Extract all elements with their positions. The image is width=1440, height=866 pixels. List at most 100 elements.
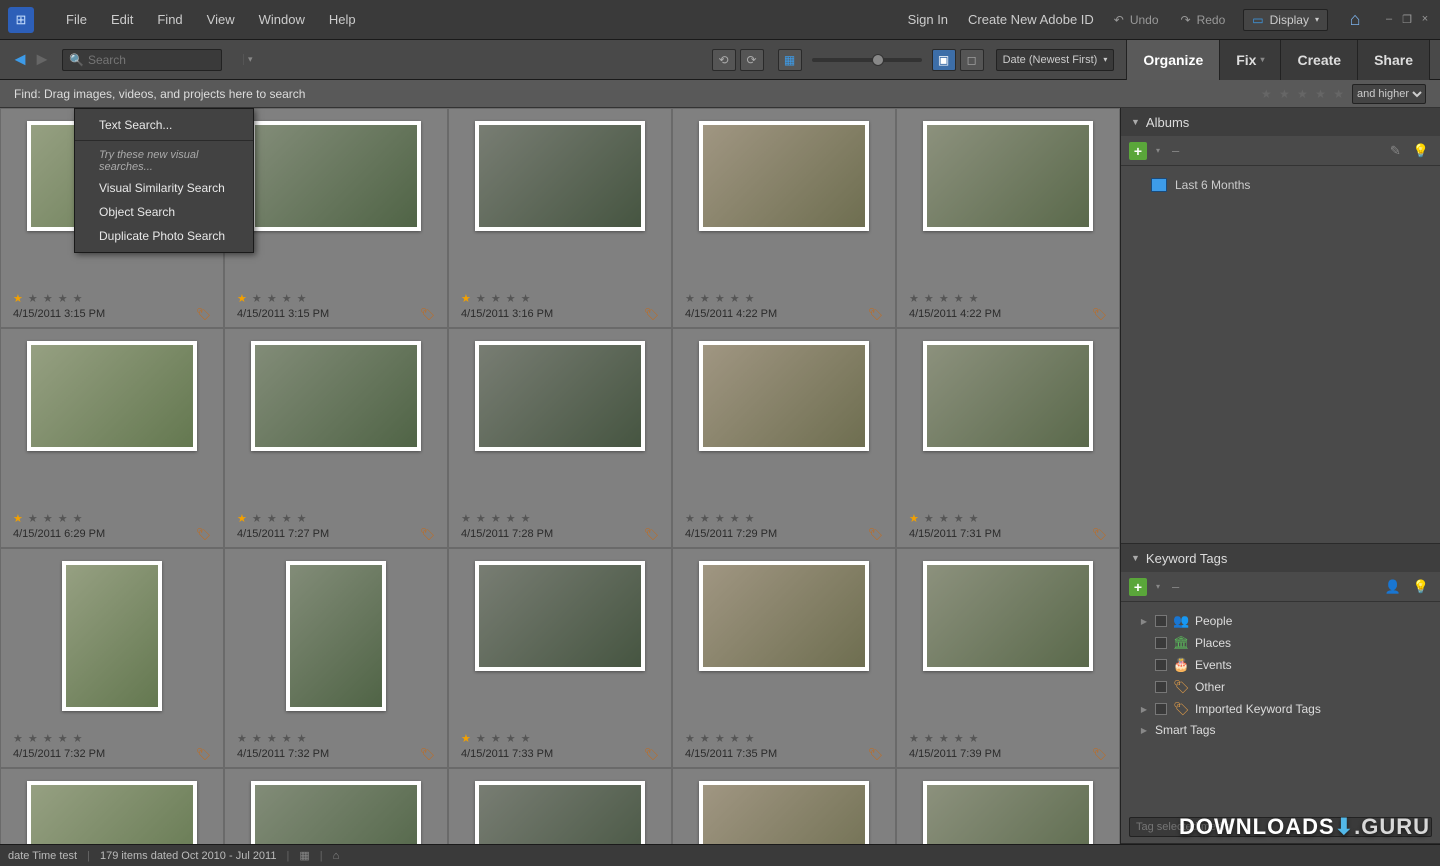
thumbnail-cell[interactable]: ★ ★ ★ ★ ★ 4/15/2011 4:22 PM🏷 xyxy=(896,108,1120,328)
thumbnail-image[interactable] xyxy=(251,121,421,231)
thumbnail-tag-icon[interactable]: 🏷 xyxy=(644,307,659,321)
app-logo-icon[interactable]: ⊞ xyxy=(8,7,34,33)
thumbnail-image[interactable] xyxy=(923,121,1093,231)
redo-label[interactable]: Redo xyxy=(1197,13,1226,27)
add-tag-button[interactable]: + xyxy=(1129,578,1147,596)
thumbnail-tag-icon[interactable]: 🏷 xyxy=(1092,527,1107,541)
rating-stars[interactable]: ★ ★ ★ ★ ★ xyxy=(461,292,659,305)
thumbnail-tag-icon[interactable]: 🏷 xyxy=(196,307,211,321)
window-restore-icon[interactable]: ❐ xyxy=(1400,13,1414,27)
rotate-right-button[interactable]: ⟳ xyxy=(740,49,764,71)
search-box[interactable]: 🔍 ▾ xyxy=(62,49,222,71)
rating-stars[interactable]: ★ ★ ★ ★ ★ xyxy=(13,512,211,525)
thumbnail-tag-icon[interactable]: 🏷 xyxy=(868,747,883,761)
face-recognition-icon[interactable]: 👤 xyxy=(1382,579,1404,595)
thumbnail-cell[interactable]: ★ ★ ★ ★ ★ 4/15/2011 7:33 PM🏷 xyxy=(448,548,672,768)
add-album-button[interactable]: + xyxy=(1129,142,1147,160)
albums-edit-icon[interactable]: ✎ xyxy=(1387,143,1404,159)
album-item[interactable]: Last 6 Months xyxy=(1131,174,1430,196)
thumbnail-tag-icon[interactable]: 🏷 xyxy=(420,527,435,541)
tag-category-places[interactable]: 🏛 Places xyxy=(1131,632,1430,654)
rating-stars[interactable]: ★ ★ ★ ★ ★ xyxy=(237,292,435,305)
menu-window[interactable]: Window xyxy=(247,8,317,31)
keyword-tags-header[interactable]: ▼ Keyword Tags xyxy=(1121,544,1440,572)
thumbnail-cell[interactable]: ★ ★ ★ ★ ★ 4/15/2011 7:31 PM🏷 xyxy=(896,328,1120,548)
window-close-icon[interactable]: × xyxy=(1418,13,1432,27)
thumbnail-cell[interactable]: ★ ★ ★ ★ ★ 4/15/2011 7:32 PM🏷 xyxy=(0,548,224,768)
tab-share[interactable]: Share xyxy=(1358,40,1430,80)
thumbnail-cell[interactable]: ★ ★ ★ ★ ★ 4/15/2011 7:32 PM🏷 xyxy=(224,548,448,768)
small-view-button[interactable]: ▣ xyxy=(932,49,956,71)
thumbnail-cell[interactable]: ★ ★ ★ ★ ★ xyxy=(448,768,672,844)
thumbnail-cell[interactable]: ★ ★ ★ ★ ★ 4/15/2011 6:29 PM🏷 xyxy=(0,328,224,548)
thumbnail-image[interactable] xyxy=(251,781,421,844)
rating-stars[interactable]: ★ ★ ★ ★ ★ xyxy=(685,292,883,305)
rating-filter-stars[interactable]: ★ ★ ★ ★ ★ xyxy=(1261,87,1346,101)
thumbnail-image[interactable] xyxy=(251,341,421,451)
thumbnail-cell[interactable]: ★ ★ ★ ★ ★ 4/15/2011 7:28 PM🏷 xyxy=(448,328,672,548)
thumbnail-tag-icon[interactable]: 🏷 xyxy=(196,747,211,761)
thumbnail-image[interactable] xyxy=(475,341,645,451)
rating-stars[interactable]: ★ ★ ★ ★ ★ xyxy=(909,732,1107,745)
menu-help[interactable]: Help xyxy=(317,8,368,31)
thumbnail-tag-icon[interactable]: 🏷 xyxy=(1092,307,1107,321)
display-dropdown[interactable]: ▭ Display ▾ xyxy=(1243,9,1328,31)
rating-stars[interactable]: ★ ★ ★ ★ ★ xyxy=(685,512,883,525)
menu-object-search[interactable]: Object Search xyxy=(75,200,253,224)
tag-checkbox[interactable] xyxy=(1155,615,1167,627)
sign-in-link[interactable]: Sign In xyxy=(898,8,958,31)
albums-minus-icon[interactable]: – xyxy=(1169,143,1182,158)
rating-stars[interactable]: ★ ★ ★ ★ ★ xyxy=(461,512,659,525)
thumbnail-tag-icon[interactable]: 🏷 xyxy=(644,747,659,761)
thumbnail-tag-icon[interactable]: 🏷 xyxy=(420,307,435,321)
tag-category-smart[interactable]: ▶ Smart Tags xyxy=(1131,720,1430,740)
rating-stars[interactable]: ★ ★ ★ ★ ★ xyxy=(237,512,435,525)
tab-organize[interactable]: Organize xyxy=(1127,40,1220,80)
menu-find[interactable]: Find xyxy=(145,8,194,31)
rotate-left-button[interactable]: ⟲ xyxy=(712,49,736,71)
menu-duplicate-search[interactable]: Duplicate Photo Search xyxy=(75,224,253,248)
tag-category-other[interactable]: 🏷 Other xyxy=(1131,676,1430,698)
home-icon[interactable]: ⌂ xyxy=(1344,9,1366,31)
tab-create[interactable]: Create xyxy=(1281,40,1358,80)
thumbnail-tag-icon[interactable]: 🏷 xyxy=(420,747,435,761)
thumbnail-grid[interactable]: Text Search... Try these new visual sear… xyxy=(0,108,1120,844)
thumbnail-tag-icon[interactable]: 🏷 xyxy=(196,527,211,541)
thumbnail-cell[interactable]: ★ ★ ★ ★ ★ xyxy=(224,768,448,844)
thumbnail-tag-icon[interactable]: 🏷 xyxy=(868,527,883,541)
thumbnail-cell[interactable]: ★ ★ ★ ★ ★ xyxy=(672,768,896,844)
thumbnail-cell[interactable]: ★ ★ ★ ★ ★ xyxy=(896,768,1120,844)
window-minimize-icon[interactable]: – xyxy=(1382,13,1396,27)
thumbnail-cell[interactable]: ★ ★ ★ ★ ★ 4/15/2011 7:29 PM🏷 xyxy=(672,328,896,548)
thumbnail-image[interactable] xyxy=(699,121,869,231)
tab-fix[interactable]: Fix▾ xyxy=(1220,40,1281,80)
albums-bulb-icon[interactable]: 💡 xyxy=(1410,143,1432,159)
thumbnail-cell[interactable]: ★ ★ ★ ★ ★ 4/15/2011 7:39 PM🏷 xyxy=(896,548,1120,768)
tag-category-imported[interactable]: ▶ 🏷 Imported Keyword Tags xyxy=(1131,698,1430,720)
fullscreen-button[interactable]: ◻ xyxy=(960,49,984,71)
thumbnail-image[interactable] xyxy=(699,781,869,844)
thumbnail-image[interactable] xyxy=(923,781,1093,844)
status-home-icon[interactable]: ⌂ xyxy=(333,850,340,862)
thumbnail-image[interactable] xyxy=(62,561,162,711)
rating-stars[interactable]: ★ ★ ★ ★ ★ xyxy=(685,732,883,745)
thumbnail-image[interactable] xyxy=(699,561,869,671)
thumbnail-image[interactable] xyxy=(27,341,197,451)
tags-dropdown-icon[interactable]: ▾ xyxy=(1153,582,1163,591)
thumbnail-image[interactable] xyxy=(27,781,197,844)
albums-dropdown-icon[interactable]: ▾ xyxy=(1153,146,1163,155)
rating-stars[interactable]: ★ ★ ★ ★ ★ xyxy=(237,732,435,745)
menu-file[interactable]: File xyxy=(54,8,99,31)
menu-visual-similarity[interactable]: Visual Similarity Search xyxy=(75,176,253,200)
tag-category-events[interactable]: 🎂 Events xyxy=(1131,654,1430,676)
thumbnail-cell[interactable]: ★ ★ ★ ★ ★ 4/15/2011 4:22 PM🏷 xyxy=(672,108,896,328)
tag-checkbox[interactable] xyxy=(1155,637,1167,649)
grid-view-button[interactable]: ▦ xyxy=(778,49,802,71)
nav-back-icon[interactable]: ◄ xyxy=(10,50,30,70)
tag-category-people[interactable]: ▶ 👥 People xyxy=(1131,610,1430,632)
search-input[interactable] xyxy=(88,53,243,67)
search-dropdown-toggle[interactable]: ▾ xyxy=(243,54,253,65)
thumbnail-image[interactable] xyxy=(475,781,645,844)
thumbnail-image[interactable] xyxy=(475,121,645,231)
sort-order-dropdown[interactable]: Date (Newest First) ▾ xyxy=(996,49,1115,71)
